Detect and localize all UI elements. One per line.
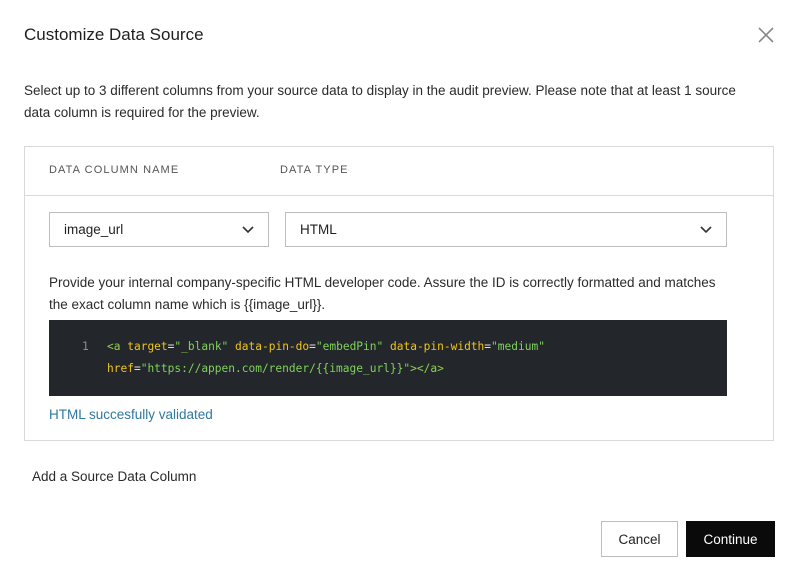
data-type-select[interactable]: HTML: [285, 212, 727, 247]
chevron-down-icon: [700, 225, 712, 233]
add-source-column-link[interactable]: Add a Source Data Column: [32, 469, 196, 484]
panel-header: DATA COLUMN NAME DATA TYPE: [25, 147, 773, 196]
close-icon: [758, 27, 774, 43]
column-name-header: DATA COLUMN NAME: [49, 164, 180, 176]
chevron-down-icon: [242, 225, 254, 233]
data-source-panel: DATA COLUMN NAME DATA TYPE image_url HTM…: [24, 146, 774, 441]
column-name-select[interactable]: image_url: [49, 212, 269, 247]
dialog-description: Select up to 3 different columns from yo…: [24, 83, 736, 120]
code-line-1: <a target="_blank" data-pin-do="embedPin…: [107, 340, 545, 353]
data-type-value: HTML: [300, 222, 337, 237]
help-text: Provide your internal company-specific H…: [49, 275, 716, 312]
code-line-1-wrap: href="https://appen.com/render/{{image_u…: [107, 362, 444, 375]
cancel-button[interactable]: Cancel: [601, 521, 678, 557]
continue-button[interactable]: Continue: [686, 521, 775, 557]
data-type-header: DATA TYPE: [280, 164, 349, 176]
validation-message: HTML succesfully validated: [49, 407, 213, 422]
dialog-title: Customize Data Source: [24, 25, 204, 44]
code-editor[interactable]: 1 <a target="_blank" data-pin-do="embedP…: [49, 320, 727, 396]
line-number: 1: [82, 340, 89, 353]
column-name-value: image_url: [64, 222, 124, 237]
close-button[interactable]: [756, 25, 776, 45]
